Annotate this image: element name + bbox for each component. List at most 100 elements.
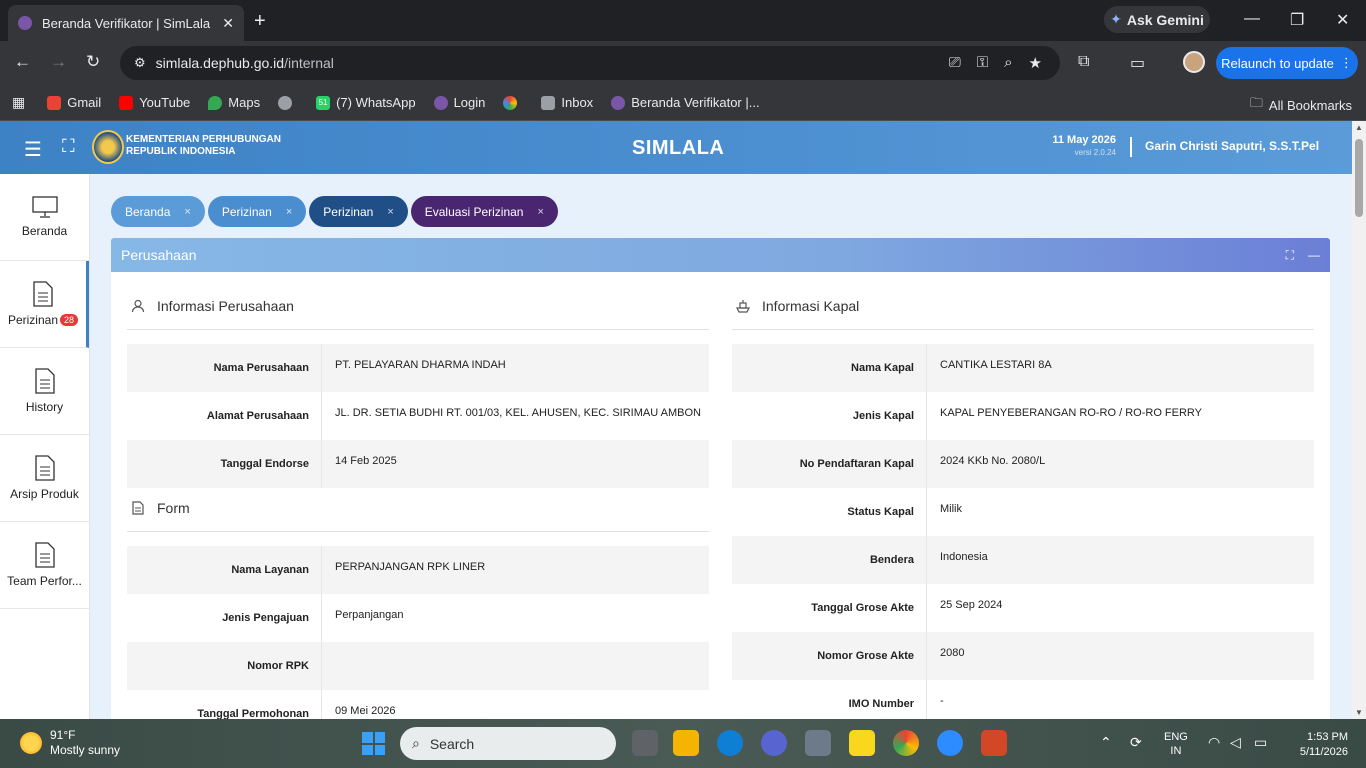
youtube-icon bbox=[119, 95, 134, 110]
edge-icon[interactable] bbox=[717, 730, 743, 756]
document-icon bbox=[34, 368, 55, 394]
sidebar-item-beranda[interactable]: Beranda bbox=[0, 174, 89, 261]
browser-toolbar: ← → ↻ ⚙ simlala.dephub.go.id /internal ⎚… bbox=[0, 41, 1366, 85]
more-menu-icon[interactable]: ⋮ bbox=[1340, 55, 1353, 71]
table-row: Nama Perusahaan PT. PELAYARAN DHARMA INDA… bbox=[127, 344, 709, 392]
task-view-icon[interactable] bbox=[632, 730, 658, 756]
weather-widget[interactable]: 91°F Mostly sunny bbox=[20, 728, 120, 758]
tab-search-icon[interactable]: ▭ bbox=[1130, 53, 1145, 73]
tray-chevron-icon[interactable]: ⌃ bbox=[1100, 734, 1112, 751]
gemini-spark-icon: ✦ bbox=[1110, 11, 1122, 27]
perizinan-count-badge: 28 bbox=[60, 314, 79, 326]
back-icon[interactable]: ← bbox=[14, 52, 31, 72]
address-bar[interactable]: ⚙ simlala.dephub.go.id /internal ⎚ ⚿ ⌕ ★ bbox=[120, 46, 1060, 80]
forward-icon[interactable]: → bbox=[50, 52, 67, 72]
zoom-app-icon[interactable] bbox=[937, 730, 963, 756]
battery-icon[interactable]: ▭ bbox=[1254, 734, 1267, 751]
scroll-thumb[interactable] bbox=[1355, 139, 1363, 217]
search-icon: ⌕ bbox=[412, 735, 420, 751]
reload-icon[interactable]: ↻ bbox=[86, 52, 100, 72]
maximize-icon[interactable]: ❐ bbox=[1290, 10, 1304, 30]
sticky-notes-icon[interactable] bbox=[849, 730, 875, 756]
profile-avatar[interactable] bbox=[1183, 51, 1205, 73]
close-icon[interactable]: × bbox=[387, 206, 393, 218]
apps-grid-icon[interactable]: ▦ bbox=[12, 94, 25, 111]
fullscreen-icon[interactable]: ⛶ bbox=[62, 136, 75, 157]
maps-icon bbox=[208, 95, 223, 110]
close-icon[interactable]: × bbox=[286, 206, 292, 218]
sidebar-item-team-performance[interactable]: Team Perfor... bbox=[0, 522, 89, 609]
row-label: IMO Number bbox=[732, 680, 927, 719]
password-key-icon[interactable]: ⚿ bbox=[977, 54, 988, 72]
sync-icon[interactable]: ⟳ bbox=[1130, 734, 1142, 751]
app-version: versi 2.0.24 bbox=[1074, 148, 1116, 157]
new-tab-button[interactable]: + bbox=[254, 10, 266, 33]
wifi-icon[interactable]: ◠ bbox=[1208, 734, 1220, 751]
windows-start-icon[interactable] bbox=[362, 732, 385, 755]
bookmark-pinwheel[interactable] bbox=[503, 95, 523, 110]
minimize-icon[interactable]: — bbox=[1244, 10, 1260, 28]
close-window-icon[interactable]: ✕ bbox=[1336, 10, 1349, 30]
language-indicator[interactable]: ENG IN bbox=[1164, 730, 1188, 758]
app-icon[interactable] bbox=[761, 730, 787, 756]
breadcrumb-evaluasi-perizinan[interactable]: Evaluasi Perizinan × bbox=[410, 196, 558, 227]
chrome-icon[interactable] bbox=[893, 730, 919, 756]
sidebar-item-arsip-produk[interactable]: Arsip Produk bbox=[0, 435, 89, 522]
row-value: Indonesia bbox=[940, 551, 988, 563]
user-name[interactable]: Garin Christi Saputri, S.S.T.Pel bbox=[1145, 139, 1319, 153]
scroll-down-icon[interactable]: ▼ bbox=[1355, 708, 1363, 717]
breadcrumb-beranda[interactable]: Beranda × bbox=[111, 196, 205, 227]
whatsapp-icon: 51 bbox=[316, 95, 331, 110]
form-document-icon bbox=[132, 500, 144, 515]
row-value: KAPAL PENYEBERANGAN RO-RO / RO-RO FERRY bbox=[940, 407, 1203, 419]
breadcrumb-perizinan[interactable]: Perizinan × bbox=[207, 196, 307, 227]
bookmark-whatsapp[interactable]: 51 (7) WhatsApp bbox=[316, 95, 416, 110]
taskbar-clock[interactable]: 1:53 PM 5/11/2026 bbox=[1290, 730, 1348, 760]
breadcrumb-perizinan-active[interactable]: Perizinan × bbox=[309, 196, 408, 227]
all-bookmarks-button[interactable]: 🗀 All Bookmarks bbox=[1250, 94, 1352, 116]
expand-icon[interactable]: ⛶ bbox=[1286, 248, 1294, 263]
ship-info-section: Informasi Kapal Nama Kapal CANTIKA LESTAR… bbox=[732, 282, 1314, 719]
row-label: Nomor Grose Akte bbox=[732, 632, 927, 680]
bookmark-inbox[interactable]: Inbox bbox=[541, 95, 593, 110]
taskbar-search[interactable]: ⌕ Search bbox=[400, 727, 616, 760]
url-path: /internal bbox=[284, 55, 334, 71]
bookmark-login[interactable]: Login bbox=[433, 95, 485, 110]
ask-gemini-button[interactable]: ✦ Ask Gemini bbox=[1104, 6, 1210, 33]
camera-icon[interactable] bbox=[805, 730, 831, 756]
page-scrollbar[interactable]: ▲ ▼ bbox=[1352, 121, 1366, 719]
document-icon bbox=[33, 281, 53, 307]
header-divider bbox=[1130, 137, 1132, 157]
bookmark-beranda[interactable]: Beranda Verifikator |... bbox=[611, 95, 760, 110]
section-title: Informasi Kapal bbox=[762, 297, 860, 314]
bookmark-gmail[interactable]: Gmail bbox=[47, 95, 101, 110]
close-icon[interactable]: × bbox=[537, 206, 543, 218]
bookmark-youtube[interactable]: YouTube bbox=[119, 95, 190, 110]
inbox-icon bbox=[541, 95, 556, 110]
row-label: Status Kapal bbox=[732, 488, 927, 536]
install-app-icon[interactable]: ⎚ bbox=[949, 54, 961, 72]
browser-tab[interactable]: Beranda Verifikator | SimLala ✕ bbox=[8, 5, 244, 41]
file-explorer-icon[interactable] bbox=[673, 730, 699, 756]
sidebar-item-history[interactable]: History bbox=[0, 348, 89, 435]
extensions-icon[interactable]: ⧉ bbox=[1078, 53, 1089, 71]
close-icon[interactable]: × bbox=[184, 206, 190, 218]
panel-title: Perusahaan bbox=[121, 247, 197, 263]
volume-icon[interactable]: ◁ bbox=[1230, 734, 1241, 751]
relaunch-label: Relaunch to update bbox=[1221, 55, 1334, 71]
sidebar-item-perizinan[interactable]: Perizinan 28 bbox=[0, 261, 89, 348]
scroll-up-icon[interactable]: ▲ bbox=[1355, 123, 1363, 132]
relaunch-button[interactable]: Relaunch to update ⋮ bbox=[1216, 47, 1358, 79]
bookmark-globe[interactable] bbox=[278, 95, 298, 110]
row-value: PT. PELAYARAN DHARMA INDAH bbox=[335, 359, 506, 371]
hamburger-menu-icon[interactable]: ☰ bbox=[24, 137, 42, 162]
bookmark-maps[interactable]: Maps bbox=[208, 95, 260, 110]
bookmark-star-icon[interactable]: ★ bbox=[1029, 54, 1042, 72]
site-info-icon[interactable]: ⚙ bbox=[134, 55, 146, 71]
zoom-icon[interactable]: ⌕ bbox=[1004, 54, 1012, 72]
row-label: Nama Perusahaan bbox=[127, 344, 322, 392]
folder-icon: 🗀 bbox=[1249, 95, 1263, 110]
powerpoint-icon[interactable] bbox=[981, 730, 1007, 756]
collapse-icon[interactable]: — bbox=[1308, 248, 1320, 262]
tab-close-icon[interactable]: ✕ bbox=[222, 15, 234, 32]
